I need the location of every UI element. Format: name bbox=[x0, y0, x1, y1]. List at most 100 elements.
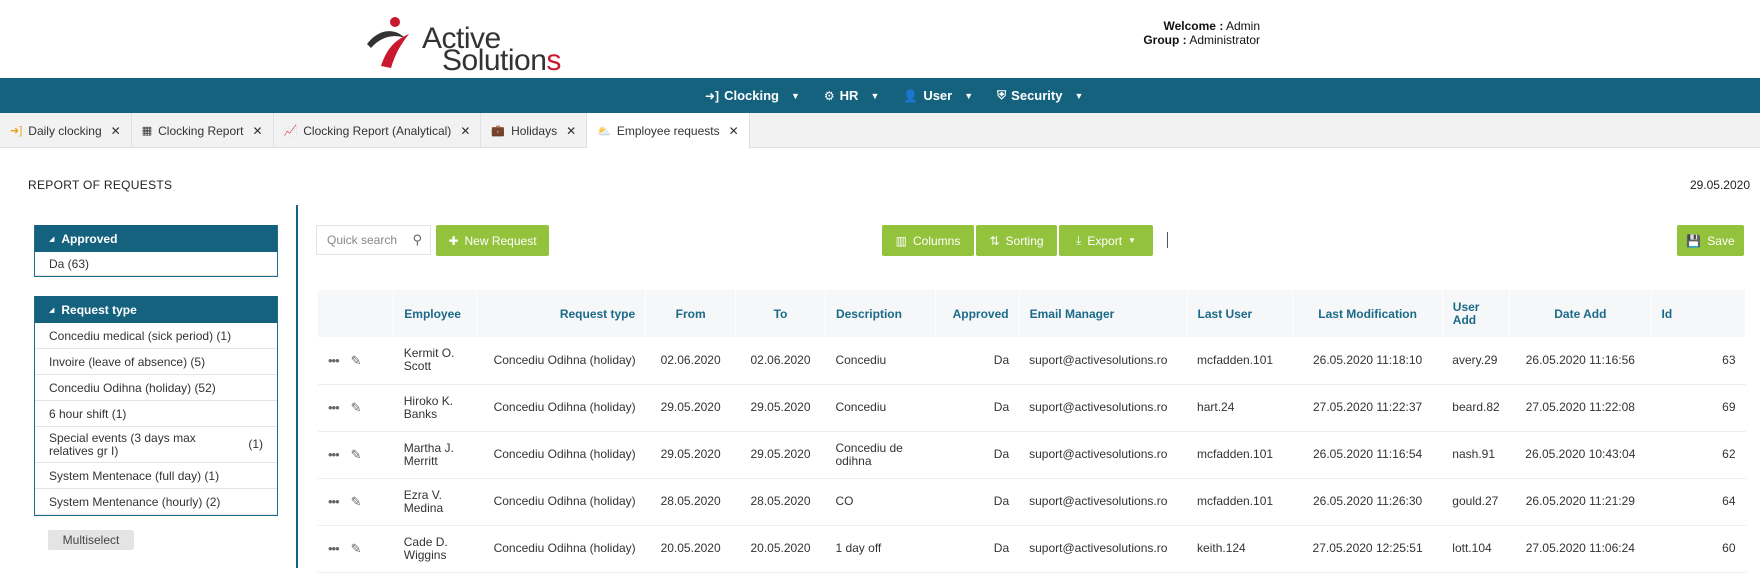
column-header-to[interactable]: To bbox=[735, 290, 826, 337]
quick-search-input[interactable]: Quick search ⚲ bbox=[316, 225, 431, 255]
cell-user-add: lott.104 bbox=[1442, 525, 1510, 573]
tab-holidays[interactable]: 💼 Holidays ✕ bbox=[481, 113, 588, 148]
edit-icon[interactable]: ✎ bbox=[351, 494, 362, 509]
logo-text-s: s bbox=[546, 44, 561, 77]
filter-request-type-header[interactable]: ◢ Request type bbox=[35, 296, 277, 323]
menu-clocking[interactable]: ➜] Clocking ▼ bbox=[705, 88, 800, 103]
table-row[interactable]: ••• ✎ Ezra V. Medina Concediu Odihna (holid… bbox=[318, 478, 1746, 526]
cell-request-type: Concediu Odihna (holiday) bbox=[476, 337, 646, 385]
table-row[interactable]: ••• ✎ Martha J. Merritt Concediu Odihna (ho… bbox=[318, 431, 1746, 479]
export-button[interactable]: ⤓ Export ▼ bbox=[1059, 225, 1153, 256]
tab-label: Clocking Report bbox=[158, 123, 244, 138]
multiselect-button[interactable]: Multiselect bbox=[48, 530, 134, 550]
main-menu-bar: ➜] Clocking ▼ ⚙ HR ▼ 👤 User ▼ ⛨ Security… bbox=[0, 78, 1760, 113]
filter-item-text: System Mentenace (full day) bbox=[49, 468, 202, 483]
more-options-icon[interactable]: ••• bbox=[328, 494, 340, 509]
open-tabs-bar: ➜] Daily clocking ✕ ▦ Clocking Report ✕ … bbox=[0, 113, 1760, 149]
filter-item-count: (1) bbox=[248, 437, 263, 451]
cell-employee: Ezra V. Medina bbox=[393, 478, 477, 526]
filter-item-count: (1) bbox=[216, 328, 232, 343]
search-icon[interactable]: ⚲ bbox=[412, 226, 422, 254]
filter-item[interactable]: Invoire (leave of absence) (5) bbox=[35, 349, 277, 375]
cell-last-modification: 26.05.2020 11:16:54 bbox=[1292, 431, 1443, 479]
filter-item-label: Concediu medical (sick period) (1) bbox=[49, 329, 231, 343]
column-header-request-type[interactable]: Request type bbox=[476, 290, 647, 337]
column-header-employee[interactable]: Employee bbox=[393, 290, 478, 337]
more-options-icon[interactable]: ••• bbox=[328, 353, 340, 368]
tab-employee-requests[interactable]: ⛅ Employee requests ✕ bbox=[587, 113, 750, 149]
cell-id: 62 bbox=[1651, 431, 1746, 479]
new-request-button[interactable]: ✚ New Request bbox=[436, 225, 549, 256]
save-button[interactable]: 💾 Save bbox=[1677, 225, 1744, 256]
tab-label: Clocking Report (Analytical) bbox=[303, 123, 452, 138]
gear-icon: ⚙ bbox=[823, 88, 835, 103]
cell-last-user: hart.24 bbox=[1187, 384, 1293, 432]
logo-swoosh-icon bbox=[367, 17, 409, 68]
caret-down-icon: ▼ bbox=[1128, 236, 1136, 245]
menu-user[interactable]: 👤 User ▼ bbox=[903, 88, 973, 103]
column-header-id[interactable]: Id bbox=[1651, 290, 1747, 337]
collapse-triangle-icon: ◢ bbox=[49, 306, 55, 314]
table-row[interactable]: ••• ✎ Cade D. Wiggins Concediu Odihna (holi… bbox=[318, 525, 1746, 573]
column-header-email-manager[interactable]: Email Manager bbox=[1019, 290, 1188, 337]
column-header-approved[interactable]: Approved bbox=[935, 290, 1020, 337]
menu-hr[interactable]: ⚙ HR ▼ bbox=[824, 88, 879, 103]
cell-to: 28.05.2020 bbox=[735, 478, 826, 526]
filter-approved-header[interactable]: ◢ Approved bbox=[35, 225, 277, 252]
tab-clocking-report[interactable]: ▦ Clocking Report ✕ bbox=[132, 113, 274, 148]
cell-last-modification: 27.05.2020 12:25:51 bbox=[1292, 525, 1443, 573]
column-header-last-user[interactable]: Last User bbox=[1187, 290, 1294, 337]
filter-item[interactable]: System Mentenance (hourly) (2) bbox=[35, 489, 277, 515]
columns-label: Columns bbox=[912, 233, 961, 248]
filter-item[interactable]: Concediu medical (sick period) (1) bbox=[35, 323, 277, 349]
quick-search-placeholder: Quick search bbox=[327, 233, 398, 247]
column-header-date-add[interactable]: Date Add bbox=[1509, 290, 1652, 337]
filter-item[interactable]: 6 hour shift (1) bbox=[35, 401, 277, 427]
tab-clocking-report-analytical[interactable]: 📈 Clocking Report (Analytical) ✕ bbox=[274, 113, 482, 148]
filter-item[interactable]: Special events (3 days max relatives gr … bbox=[35, 427, 277, 463]
column-header-from[interactable]: From bbox=[645, 290, 737, 337]
more-options-icon[interactable]: ••• bbox=[328, 400, 340, 415]
columns-button[interactable]: ▥ Columns bbox=[882, 225, 974, 256]
close-icon[interactable]: ✕ bbox=[460, 124, 470, 138]
sorting-button[interactable]: ⇅ Sorting bbox=[976, 225, 1057, 256]
toolbar-divider bbox=[1167, 232, 1168, 248]
filter-item-text: 6 hour shift bbox=[49, 406, 109, 421]
menu-user-label: User bbox=[923, 88, 953, 103]
cell-from: 28.05.2020 bbox=[645, 478, 736, 526]
close-icon[interactable]: ✕ bbox=[252, 124, 262, 138]
new-request-label: New Request bbox=[464, 233, 537, 248]
company-logo[interactable]: Active Solutions bbox=[365, 14, 565, 77]
cell-description: 1 day off bbox=[825, 525, 936, 573]
collapse-triangle-icon: ◢ bbox=[49, 235, 55, 243]
logo-text-solution: Solution bbox=[442, 44, 547, 77]
filter-item-label: 6 hour shift (1) bbox=[49, 407, 126, 421]
edit-icon[interactable]: ✎ bbox=[351, 400, 362, 415]
cell-date-add: 27.05.2020 11:06:24 bbox=[1509, 525, 1652, 573]
close-icon[interactable]: ✕ bbox=[111, 124, 121, 138]
group-value: Administrator bbox=[1189, 33, 1260, 47]
cell-from: 29.05.2020 bbox=[645, 431, 736, 479]
column-header-user-add[interactable]: User Add bbox=[1442, 290, 1511, 337]
column-header-description[interactable]: Description bbox=[825, 290, 936, 337]
close-icon[interactable]: ✕ bbox=[729, 124, 739, 138]
more-options-icon[interactable]: ••• bbox=[328, 541, 340, 556]
cell-id: 60 bbox=[1651, 525, 1746, 573]
filter-item-text: System Mentenance (hourly) bbox=[49, 494, 203, 509]
more-options-icon[interactable]: ••• bbox=[328, 447, 340, 462]
filter-item[interactable]: Da (63) bbox=[35, 252, 277, 276]
table-row[interactable]: ••• ✎ Hiroko K. Banks Concediu Odihna (holi… bbox=[318, 384, 1746, 432]
edit-icon[interactable]: ✎ bbox=[351, 353, 362, 368]
menu-security[interactable]: ⛨ Security ▼ bbox=[997, 88, 1083, 103]
close-icon[interactable]: ✕ bbox=[566, 124, 576, 138]
table-row[interactable]: ••• ✎ Kermit O. Scott Concediu Odihna (holi… bbox=[318, 337, 1746, 385]
filter-item[interactable]: Concediu Odihna (holiday) (52) bbox=[35, 375, 277, 401]
column-header-last-modification[interactable]: Last Modification bbox=[1292, 290, 1443, 337]
tab-label: Holidays bbox=[511, 123, 558, 138]
filter-item[interactable]: System Mentenace (full day) (1) bbox=[35, 463, 277, 489]
filter-item-count: (2) bbox=[205, 494, 221, 509]
filter-title: Request type bbox=[61, 302, 137, 317]
edit-icon[interactable]: ✎ bbox=[351, 447, 362, 462]
edit-icon[interactable]: ✎ bbox=[351, 541, 362, 556]
tab-daily-clocking[interactable]: ➜] Daily clocking ✕ bbox=[0, 113, 132, 148]
